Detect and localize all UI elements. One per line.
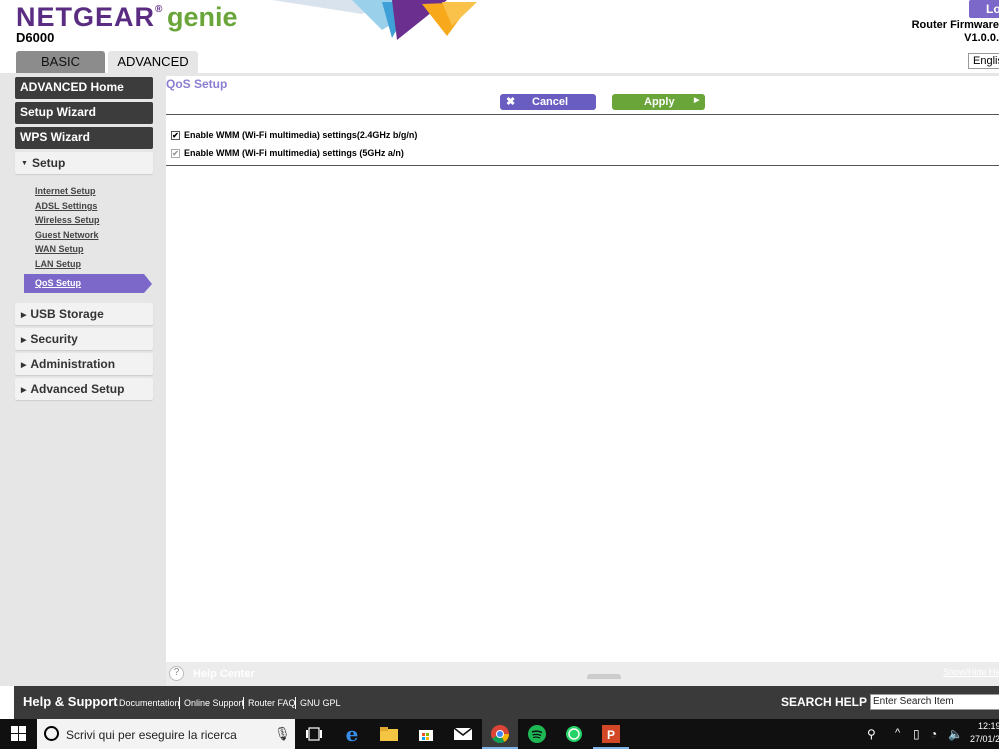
sidebar-link-wireless-setup[interactable]: Wireless Setup: [35, 215, 99, 225]
help-toggle-handle[interactable]: [587, 674, 621, 679]
active-arrow-icon: [144, 274, 152, 293]
decorative-shapes-icon: [272, 0, 477, 40]
sidebar-link-internet-setup[interactable]: Internet Setup: [35, 186, 96, 196]
sidebar-link-wan-setup[interactable]: WAN Setup: [35, 244, 84, 254]
search-help-label: SEARCH HELP: [781, 695, 868, 709]
divider: [166, 114, 999, 115]
sidebar-link-guest-network[interactable]: Guest Network: [35, 230, 99, 240]
triangle-right-icon: ▶: [21, 361, 27, 369]
wmm-24ghz-checkbox[interactable]: ✔: [171, 130, 180, 140]
sidebar-item-wps-wizard[interactable]: WPS Wizard: [15, 127, 153, 149]
windows-start-icon[interactable]: [11, 726, 26, 741]
header: NETGEAR® genie D6000 Lo Router Firmware …: [0, 0, 999, 74]
footer-link-gnu-gpl[interactable]: GNU GPL: [300, 698, 341, 708]
svg-text:P: P: [607, 728, 615, 742]
chrome-icon[interactable]: [482, 719, 518, 749]
divider: [295, 697, 296, 709]
netgear-logo: NETGEAR®: [16, 2, 164, 32]
store-icon[interactable]: [408, 719, 444, 749]
people-icon[interactable]: ⚲: [867, 727, 876, 741]
wmm-5ghz-row: ✔ Enable WMM (Wi-Fi multimedia) settings …: [171, 148, 404, 158]
spotify-icon[interactable]: [519, 719, 555, 749]
model-name: D6000: [16, 30, 55, 45]
battery-icon[interactable]: ▯: [913, 727, 920, 741]
divider: [179, 697, 180, 709]
page-title: QoS Setup: [166, 77, 228, 91]
chevron-up-icon[interactable]: ^: [895, 727, 900, 739]
sidebar-item-setup[interactable]: ▼ Setup: [15, 152, 153, 174]
apply-button[interactable]: Apply ▶: [612, 94, 705, 110]
sidebar-link-qos-setup[interactable]: QoS Setup: [24, 274, 144, 293]
divider: [243, 697, 244, 709]
genie-logo: genie: [167, 2, 238, 32]
whatsapp-icon[interactable]: [556, 719, 592, 749]
microphone-icon[interactable]: 🎙: [274, 726, 291, 742]
task-view-icon[interactable]: [296, 719, 332, 749]
taskbar-date[interactable]: 27/01/2: [970, 734, 999, 744]
tab-advanced[interactable]: ADVANCED: [108, 51, 198, 73]
wifi-icon[interactable]: ◔: [930, 727, 937, 741]
cancel-button[interactable]: ✖ Cancel: [500, 94, 596, 110]
edge-icon[interactable]: e: [334, 719, 370, 749]
powerpoint-icon[interactable]: P: [593, 719, 629, 749]
sidebar-link-adsl-settings[interactable]: ADSL Settings: [35, 201, 97, 211]
show-hide-help-link[interactable]: Show/Hide He: [943, 667, 999, 677]
cortana-icon: [44, 726, 59, 741]
taskbar-time[interactable]: 12:19: [978, 721, 999, 731]
search-help-input[interactable]: Enter Search Item: [870, 694, 999, 710]
triangle-down-icon: ▼: [21, 160, 28, 168]
question-icon: ?: [169, 666, 184, 681]
sidebar-item-advanced-home[interactable]: ADVANCED Home: [15, 77, 153, 99]
sidebar-item-administration[interactable]: ▶ Administration: [15, 353, 153, 375]
language-select[interactable]: Englis: [968, 53, 999, 69]
main-content: [166, 76, 999, 662]
taskbar-search-text: Scrivi qui per eseguire la ricerca: [66, 728, 237, 742]
divider: [166, 165, 999, 166]
close-icon: ✖: [506, 96, 516, 108]
wmm-24ghz-row: ✔ Enable WMM (Wi-Fi multimedia) settings(…: [171, 130, 418, 140]
firmware-version: V1.0.0.: [964, 32, 999, 44]
logout-button[interactable]: Lo: [969, 0, 999, 18]
footer-title: Help & Support: [23, 694, 118, 709]
wmm-5ghz-checkbox[interactable]: ✔: [171, 148, 180, 158]
arrow-right-icon: ▶: [694, 97, 700, 104]
firmware-label: Router Firmware: [911, 19, 999, 31]
volume-icon[interactable]: 🔈: [948, 727, 963, 741]
triangle-right-icon: ▶: [21, 386, 27, 394]
sidebar-item-security[interactable]: ▶ Security: [15, 328, 153, 350]
triangle-right-icon: ▶: [21, 311, 27, 319]
help-center-title: Help Center: [193, 668, 255, 680]
footer-link-documentation[interactable]: Documentation: [119, 698, 180, 708]
file-explorer-icon[interactable]: [371, 719, 407, 749]
sidebar-item-usb-storage[interactable]: ▶ USB Storage: [15, 303, 153, 325]
sidebar-item-advanced-setup[interactable]: ▶ Advanced Setup: [15, 378, 153, 400]
triangle-right-icon: ▶: [21, 336, 27, 344]
footer-link-online-support[interactable]: Online Support: [184, 698, 244, 708]
sidebar-link-lan-setup[interactable]: LAN Setup: [35, 259, 81, 269]
tab-basic[interactable]: BASIC: [16, 51, 105, 73]
mail-icon[interactable]: [445, 719, 481, 749]
footer-link-router-faq[interactable]: Router FAQ: [248, 698, 296, 708]
help-center-bar: [166, 662, 999, 686]
sidebar-item-setup-wizard[interactable]: Setup Wizard: [15, 102, 153, 124]
